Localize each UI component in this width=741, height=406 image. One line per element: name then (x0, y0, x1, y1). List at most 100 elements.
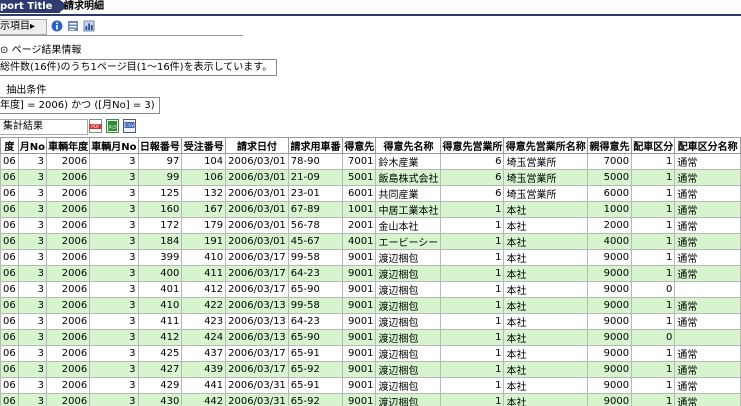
table-cell: 410 (137, 297, 183, 314)
table-cell: 106 (181, 169, 227, 186)
table-cell: 本社 (503, 297, 588, 314)
table-row[interactable]: 06 3 2006 3 425 437 2006/03/17 65-91 9001 渡辺梱包 1 本社… (0, 345, 741, 362)
column-header[interactable]: 月No (17, 137, 47, 154)
table-cell: 2006 (45, 345, 91, 362)
table-cell: 9000 (586, 249, 633, 266)
table-cell: 2006 (45, 201, 91, 218)
table-cell: 45-67 (287, 233, 344, 250)
table-row[interactable]: 06 3 2006 3 99 106 2006/03/01 21-09 5001 飯島株式会社 6 埼… (0, 169, 741, 186)
table-cell: 99 (137, 169, 183, 186)
column-header[interactable]: 車輌年度 (45, 137, 91, 154)
table-cell: 2006/03/17 (225, 361, 289, 378)
table-cell: 412 (137, 329, 183, 346)
table-row[interactable]: 06 3 2006 3 184 191 2006/03/01 45-67 4001 エービーシー 1… (0, 233, 741, 250)
table-cell: 6 (440, 169, 505, 186)
table-cell: 本社 (503, 265, 588, 282)
table-cell: 2006 (45, 249, 91, 266)
table-row[interactable]: 06 3 2006 3 97 104 2006/03/01 78-90 7001 鈴木産業 6 埼玉営… (0, 153, 741, 170)
table-cell: 65-91 (287, 377, 344, 394)
table-cell: 1 (631, 201, 676, 218)
table-cell: 06 (0, 233, 19, 250)
column-header[interactable]: 受注番号 (181, 137, 227, 154)
table-row[interactable]: 06 3 2006 3 430 442 2006/03/31 65-92 9001 渡辺梱包 1 本社… (0, 393, 741, 406)
table-cell: 1 (440, 265, 505, 282)
table-cell: 本社 (503, 345, 588, 362)
column-header[interactable]: 請求日付 (225, 137, 289, 154)
column-header[interactable]: 得意先名称 (375, 137, 442, 154)
table-cell: 2006/03/17 (225, 345, 289, 362)
column-header[interactable]: 得意先営業所 (440, 137, 505, 154)
table-row[interactable]: 06 3 2006 3 410 422 2006/03/13 99-58 9001 渡辺梱包 1 本社… (0, 297, 741, 314)
column-header[interactable]: 請求用車番 (287, 137, 344, 154)
summary-button[interactable]: 集計結果 (0, 119, 88, 135)
table-cell: 1 (440, 377, 505, 394)
table-row[interactable]: 06 3 2006 3 400 411 2006/03/17 64-23 9001 渡辺梱包 1 本社… (0, 265, 741, 282)
table-cell: 64-23 (287, 313, 344, 330)
column-header[interactable]: 度 (0, 137, 19, 154)
column-header[interactable]: 配車区分 (631, 137, 676, 154)
table-cell: 共同産業 (375, 185, 442, 202)
csv-export-icon[interactable]: CSV (123, 119, 136, 133)
table-cell: 5000 (586, 169, 633, 186)
filter-text: 年度] = 2006) かつ ([月No] = 3) (0, 97, 160, 114)
table-cell: 78-90 (287, 153, 344, 170)
column-header[interactable]: 得意先 (342, 137, 377, 154)
table-cell: 3 (89, 345, 139, 362)
column-header[interactable]: 日報番号 (137, 137, 183, 154)
table-cell: 1 (440, 217, 505, 234)
table-cell: 3 (89, 217, 139, 234)
table-cell: 渡辺梱包 (375, 377, 442, 394)
table-row[interactable]: 06 3 2006 3 411 423 2006/03/13 64-23 9001 渡辺梱包 1 本社… (0, 313, 741, 330)
table-cell: 23-01 (287, 185, 344, 202)
table-row[interactable]: 06 3 2006 3 399 410 2006/03/17 99-58 9001 渡辺梱包 1 本社… (0, 249, 741, 266)
table-cell: 2006/03/01 (225, 169, 289, 186)
table-cell: 2006/03/01 (225, 185, 289, 202)
settings-icon[interactable] (67, 20, 79, 32)
table-cell: 3 (17, 313, 47, 330)
info-icon[interactable] (51, 20, 63, 32)
table-cell: 2006/03/17 (225, 265, 289, 282)
table-cell: 渡辺梱包 (375, 249, 442, 266)
table-row[interactable]: 06 3 2006 3 125 132 2006/03/01 23-01 6001 共同産業 6 埼玉… (0, 185, 741, 202)
table-row[interactable]: 06 3 2006 3 160 167 2006/03/01 67-89 1001 中居工業本社 1… (0, 201, 741, 218)
xls-export-icon[interactable]: XLS (106, 119, 119, 133)
table-cell: 渡辺梱包 (375, 297, 442, 314)
column-header[interactable]: 得意先営業所名称 (503, 137, 588, 154)
table-cell: 3 (17, 393, 47, 406)
table-cell: 3 (17, 361, 47, 378)
table-cell: 06 (0, 153, 19, 170)
table-row[interactable]: 06 3 2006 3 412 424 2006/03/13 65-90 9001 渡辺梱包 1 本社… (0, 329, 741, 346)
column-header[interactable]: 配車区分名称 (674, 137, 741, 154)
table-cell: 通常 (674, 265, 741, 282)
table-cell: 9001 (342, 377, 377, 394)
table-cell: 9000 (586, 361, 633, 378)
collapse-icon[interactable]: ⊙ (0, 45, 8, 56)
table-cell: 132 (181, 185, 227, 202)
column-header[interactable]: 車輌月No (89, 137, 139, 154)
report-header: port Title 請求明細 (0, 0, 741, 16)
table-cell: 6000 (586, 185, 633, 202)
table-cell: 飯島株式会社 (375, 169, 442, 186)
table-cell: 411 (137, 313, 183, 330)
table-cell: 06 (0, 201, 19, 218)
table-cell: 411 (181, 265, 227, 282)
column-header[interactable]: 親得意先 (586, 137, 633, 154)
table-cell: 64-23 (287, 265, 344, 282)
table-row[interactable]: 06 3 2006 3 427 439 2006/03/17 65-92 9001 渡辺梱包 1 本社… (0, 361, 741, 378)
report-title-tag: port Title (0, 0, 60, 13)
table-cell: 06 (0, 313, 19, 330)
chart-icon[interactable] (83, 20, 95, 32)
pdf-export-icon[interactable]: PDF (89, 119, 102, 133)
header-divider (0, 14, 741, 16)
table-cell: 3 (17, 233, 47, 250)
table-row[interactable]: 06 3 2006 3 172 179 2006/03/01 56-78 2001 金山本社 1 本社… (0, 217, 741, 234)
table-row[interactable]: 06 3 2006 3 401 412 2006/03/17 65-90 9001 渡辺梱包 1 本社… (0, 281, 741, 298)
table-cell (674, 281, 741, 298)
table-cell: 7000 (586, 153, 633, 170)
xls-format-label: XLS (108, 125, 117, 131)
table-cell: 2006 (45, 233, 91, 250)
table-cell: 3 (89, 393, 139, 406)
table-row[interactable]: 06 3 2006 3 429 441 2006/03/31 65-91 9001 渡辺梱包 1 本社… (0, 377, 741, 394)
display-items-button[interactable]: 示項目▸ (0, 19, 47, 35)
table-cell: 通常 (674, 201, 741, 218)
